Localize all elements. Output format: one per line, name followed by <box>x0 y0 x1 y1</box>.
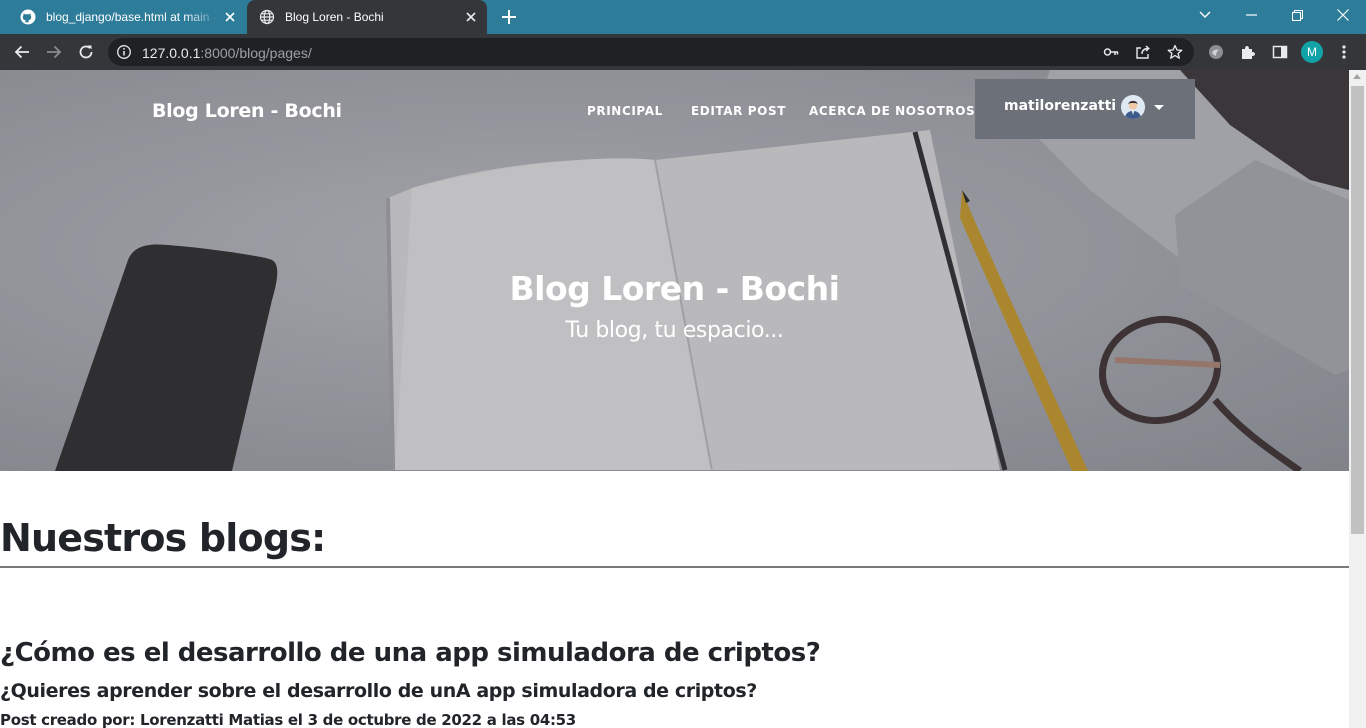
browser-toolbar: 127.0.0.1:8000/blog/pages/ <box>0 34 1366 70</box>
user-menu-dropdown[interactable]: matilorenzatti <box>975 79 1195 139</box>
section-title: Nuestros blogs: <box>0 516 326 560</box>
user-name: matilorenzatti <box>1004 98 1117 114</box>
share-icon[interactable] <box>1135 44 1151 60</box>
caret-down-icon <box>1154 105 1165 110</box>
hero-title: Blog Loren - Bochi <box>509 269 840 308</box>
scrollbar-thumb[interactable] <box>1351 86 1364 534</box>
close-icon[interactable] <box>220 7 240 27</box>
masthead: Blog Loren - Bochi PRINCIPAL EDITAR POST… <box>0 70 1349 471</box>
post-meta: Post creado por: Lorenzatti Matias el 3 … <box>0 711 576 728</box>
url-text: 127.0.0.1:8000/blog/pages/ <box>142 45 312 61</box>
back-icon[interactable] <box>8 38 36 66</box>
post-subtitle: ¿Quieres aprender sobre el desarrollo de… <box>0 680 757 702</box>
info-icon[interactable] <box>116 44 132 60</box>
close-icon[interactable] <box>461 7 481 27</box>
new-tab-icon[interactable] <box>498 6 520 28</box>
nav-link-acerca-de-nosotros[interactable]: ACERCA DE NOSOTROS <box>809 104 975 118</box>
globe-icon <box>259 9 275 25</box>
nav-link-principal[interactable]: PRINCIPAL <box>587 104 663 118</box>
page-viewport: Blog Loren - Bochi PRINCIPAL EDITAR POST… <box>0 70 1349 728</box>
site-brand[interactable]: Blog Loren - Bochi <box>152 100 342 122</box>
tab-title: blog_django/base.html at main · <box>46 10 217 24</box>
browser-tab-active[interactable]: Blog Loren - Bochi <box>247 0 487 34</box>
github-icon <box>20 9 36 25</box>
address-bar[interactable]: 127.0.0.1:8000/blog/pages/ <box>108 38 1194 66</box>
browser-tab-strip: blog_django/base.html at main · Blog Lor… <box>0 0 1366 34</box>
minimize-icon[interactable] <box>1228 0 1274 30</box>
scroll-up-icon[interactable] <box>1353 74 1361 79</box>
nav-link-editar-post[interactable]: EDITAR POST <box>691 104 786 118</box>
close-window-icon[interactable] <box>1320 0 1366 30</box>
tab-title: Blog Loren - Bochi <box>285 10 384 24</box>
hero-subtitle: Tu blog, tu espacio... <box>565 318 784 343</box>
star-icon[interactable] <box>1167 44 1183 60</box>
browser-tab[interactable]: blog_django/base.html at main · <box>8 0 246 34</box>
profile-avatar[interactable]: M <box>1301 41 1323 63</box>
key-icon[interactable] <box>1103 44 1119 60</box>
extensions-puzzle-icon[interactable] <box>1234 38 1262 66</box>
divider <box>0 566 1349 568</box>
user-avatar <box>1121 95 1146 119</box>
vertical-scrollbar[interactable] <box>1349 70 1366 728</box>
side-panel-icon[interactable] <box>1266 38 1294 66</box>
restore-icon[interactable] <box>1274 0 1320 30</box>
reload-icon[interactable] <box>72 38 100 66</box>
post-title[interactable]: ¿Cómo es el desarrollo de una app simula… <box>0 638 821 668</box>
extension-icon[interactable] <box>1202 38 1230 66</box>
menu-icon[interactable] <box>1330 38 1358 66</box>
forward-icon[interactable] <box>40 38 68 66</box>
tab-search-icon[interactable] <box>1182 0 1228 30</box>
